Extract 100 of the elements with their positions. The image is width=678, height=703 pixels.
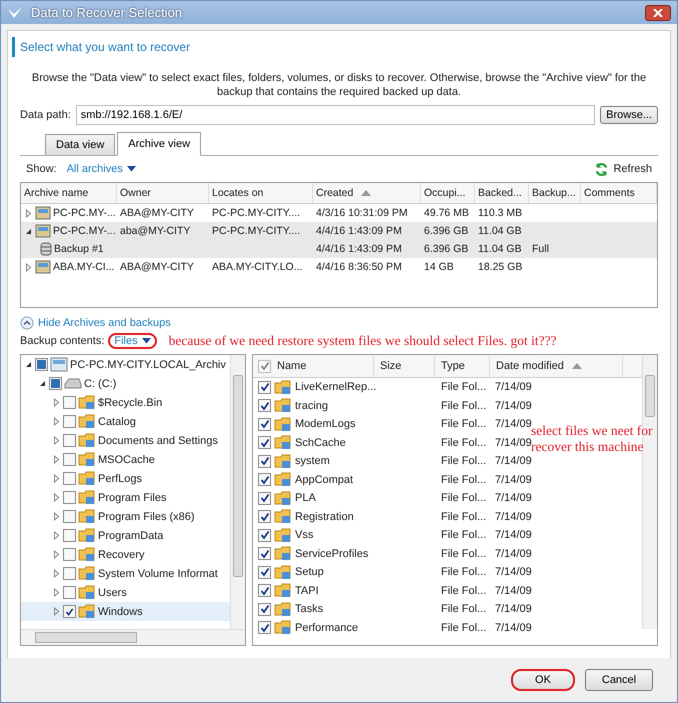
expand-arrow-icon[interactable] [52,398,61,407]
expand-arrow-icon[interactable] [52,512,61,521]
checkbox[interactable] [258,454,271,468]
checkbox[interactable] [63,415,76,428]
archive-row[interactable]: PC-PC.MY-... ABA@MY-CITY PC-PC.MY-CITY.... 4/3/16 10:31:09 PM 49.76 MB 110.3 MB [21,204,657,222]
archive-row[interactable]: Backup #1 4/4/16 1:43:09 PM 6.396 GB 11.04 GB Full [21,240,657,258]
tree-item[interactable]: PC-PC.MY-CITY.LOCAL_Archiv [21,355,231,374]
expand-arrow-icon[interactable] [52,436,61,445]
tab[interactable]: Archive view [117,132,202,156]
column-header[interactable]: Backup... [529,183,581,203]
checkbox[interactable] [63,434,76,447]
archives-dropdown[interactable]: All archives [66,163,136,175]
checkbox[interactable] [258,473,271,486]
tree-item[interactable]: Program Files (x86) [21,507,231,526]
expand-arrow-icon[interactable] [24,262,33,272]
tree-item[interactable]: MSOCache [21,450,231,469]
tree-item[interactable]: $Recycle.Bin [21,393,231,412]
checkbox[interactable] [63,396,76,409]
expand-arrow-icon[interactable] [52,493,61,502]
folder-icon [274,435,292,450]
column-header[interactable]: Type [438,355,490,377]
column-header[interactable]: Created [313,183,421,203]
checkbox[interactable] [49,377,62,390]
scrollbar[interactable] [21,629,245,645]
scrollbar[interactable] [230,355,245,629]
browse-button[interactable]: Browse... [600,106,658,124]
expand-arrow-icon[interactable] [52,550,61,559]
checkbox[interactable] [35,358,48,371]
checkbox[interactable] [63,453,76,466]
column-header[interactable]: Archive name [21,183,117,203]
tree-item[interactable]: ProgramData [21,526,231,545]
collapse-arrow-icon[interactable] [24,360,33,369]
checkbox[interactable] [63,472,76,485]
tree-label: Program Files (x86) [98,510,195,522]
checkbox[interactable] [258,380,271,394]
checkbox[interactable] [63,605,76,618]
checkbox[interactable] [258,510,271,524]
tree-item[interactable]: System Volume Informat [21,564,231,583]
hide-archives-link[interactable]: Hide Archives and backups [20,316,171,330]
cancel-button[interactable]: Cancel [585,669,653,691]
close-button[interactable] [645,4,671,20]
folder-icon [78,433,96,448]
data-path-field[interactable]: smb://192.168.1.6/E/ [76,105,596,125]
expand-arrow-icon[interactable] [52,474,61,483]
checkbox[interactable] [63,586,76,599]
column-header[interactable]: Locates on [209,183,313,203]
column-header[interactable]: Backed... [475,183,529,203]
database-icon [40,242,52,256]
checkbox[interactable] [258,547,271,560]
tree-item[interactable]: Catalog [21,412,231,431]
checkbox[interactable] [258,399,271,412]
checkbox[interactable] [63,491,76,504]
column-header[interactable]: Comments [581,183,657,203]
file-date: 7/14/09 [495,603,533,616]
tree-item[interactable]: Documents and Settings [21,431,231,450]
expand-arrow-icon[interactable] [52,417,61,426]
checkbox[interactable] [63,529,76,542]
tree-item[interactable]: Recovery [21,545,231,564]
column-header[interactable]: Occupi... [421,183,475,203]
column-header[interactable]: Owner [117,183,209,203]
tree-item[interactable]: PerfLogs [21,469,231,488]
expand-arrow-icon[interactable] [52,531,61,540]
checkbox[interactable] [258,584,271,598]
checkbox[interactable] [258,436,271,450]
checkbox[interactable] [258,621,271,634]
expand-arrow-icon[interactable] [52,607,61,616]
folder-icon [274,454,292,469]
expand-arrow-icon[interactable] [52,569,61,578]
checkbox[interactable] [258,602,271,616]
collapse-arrow-icon[interactable] [24,226,33,236]
checkbox[interactable] [63,567,76,580]
checkbox[interactable] [258,566,271,579]
column-header[interactable]: Date modified [493,355,623,377]
tree-label: Users [98,586,127,598]
file-name: Setup [295,566,324,578]
expand-arrow-icon[interactable] [52,455,61,464]
collapse-arrow-icon[interactable] [38,379,47,388]
checkbox[interactable] [258,528,271,542]
checkbox[interactable] [258,492,271,505]
tree-item[interactable]: C: (C:) [21,374,231,393]
ok-button[interactable]: OK [511,669,575,691]
tree-item[interactable]: Users [21,583,231,602]
folder-icon [78,471,96,486]
tree-item[interactable]: Program Files [21,488,231,507]
refresh-button[interactable]: Refresh [594,162,652,176]
checkbox[interactable] [63,548,76,561]
expand-arrow-icon[interactable] [52,588,61,597]
checkbox[interactable] [63,510,76,523]
file-date: 7/14/09 [495,510,533,523]
select-all-checkbox[interactable] [258,360,271,372]
archive-row[interactable]: ABA.MY-CI... ABA@MY-CITY ABA.MY-CITY.LO... 4/4/16 8:36:50 PM 14 GB 18.25 GB [21,258,657,276]
column-header[interactable]: Size [377,355,435,377]
checkbox[interactable] [258,418,271,431]
contents-dropdown[interactable]: Files [108,333,157,349]
file-type: File Fol... [441,584,486,597]
archive-row[interactable]: PC-PC.MY-... aba@MY-CITY PC-PC.MY-CITY.... 4/4/16 1:43:09 PM 6.396 GB 11.04 GB [21,222,657,240]
tab[interactable]: Data view [45,134,116,155]
tree-item[interactable]: Windows [21,602,231,621]
column-header[interactable]: Name [274,355,374,377]
expand-arrow-icon[interactable] [24,208,33,218]
